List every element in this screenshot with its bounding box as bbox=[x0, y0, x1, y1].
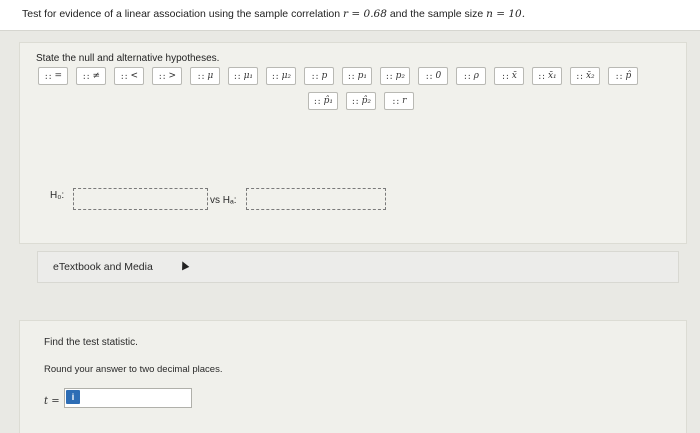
token-button[interactable]: :: 0 bbox=[418, 67, 448, 85]
find-test-statistic-text: Find the test statistic. bbox=[44, 337, 138, 348]
token-symbol: x̄ bbox=[511, 71, 517, 81]
t-equals-label: t = bbox=[44, 396, 60, 407]
vs-ha-label: vs Hₐ: bbox=[210, 195, 237, 206]
drag-handle-icon: :: bbox=[463, 71, 472, 81]
drag-handle-icon: :: bbox=[346, 71, 356, 81]
token-symbol: < bbox=[130, 71, 139, 81]
drag-handle-icon: :: bbox=[537, 71, 546, 81]
token-button[interactable]: :: p₂ bbox=[380, 67, 410, 85]
drag-handle-icon: :: bbox=[119, 71, 129, 81]
drag-handle-icon: :: bbox=[196, 71, 206, 81]
token-symbol: p₂ bbox=[395, 71, 405, 81]
token-button[interactable]: :: x̄₁ bbox=[532, 67, 562, 85]
token-button[interactable]: :: p̂₁ bbox=[308, 92, 338, 110]
drag-handle-icon: :: bbox=[81, 71, 91, 81]
test-statistic-input[interactable] bbox=[64, 388, 192, 408]
token-symbol: p₁ bbox=[357, 71, 367, 81]
token-symbol: p̂₂ bbox=[361, 96, 371, 106]
token-button[interactable]: :: x̄₂ bbox=[570, 67, 600, 85]
drag-handle-icon: :: bbox=[384, 71, 394, 81]
question-prefix: Test for evidence of a linear associatio… bbox=[22, 8, 341, 20]
token-button[interactable]: :: ρ bbox=[456, 67, 486, 85]
drag-handle-icon: :: bbox=[614, 71, 624, 81]
h0-label: H₀: bbox=[50, 190, 65, 201]
question-conjunction: and the sample size bbox=[389, 8, 484, 20]
token-symbol: r bbox=[402, 96, 407, 106]
token-symbol: μ bbox=[207, 71, 214, 81]
token-button[interactable]: :: μ₂ bbox=[266, 67, 296, 85]
token-symbol: μ₂ bbox=[281, 71, 292, 81]
token-button[interactable]: :: p̂₂ bbox=[346, 92, 376, 110]
hypotheses-prompt: State the null and alternative hypothese… bbox=[36, 53, 220, 64]
r-value: r = 0.68 bbox=[343, 8, 387, 20]
question-header: Test for evidence of a linear associatio… bbox=[0, 0, 700, 31]
etextbook-media-button[interactable]: eTextbook and Media bbox=[37, 251, 679, 283]
hypotheses-row: H₀: bbox=[50, 190, 64, 201]
token-symbol: μ₁ bbox=[243, 71, 254, 81]
token-symbol: p̂₁ bbox=[323, 96, 333, 106]
drag-handle-icon: :: bbox=[312, 96, 322, 106]
drag-handle-icon: :: bbox=[157, 71, 167, 81]
ha-drop-zone[interactable] bbox=[246, 188, 386, 210]
token-symbol: 0 bbox=[435, 71, 442, 81]
drag-handle-icon: :: bbox=[391, 96, 401, 106]
token-button[interactable]: :: μ₁ bbox=[228, 67, 258, 85]
token-symbol: ρ bbox=[473, 71, 479, 81]
drag-handle-icon: :: bbox=[424, 71, 434, 81]
token-button[interactable]: :: p̂ bbox=[608, 67, 638, 85]
drag-handle-icon: :: bbox=[350, 96, 360, 106]
token-symbol: x̄₂ bbox=[585, 71, 595, 81]
question-text: Test for evidence of a linear associatio… bbox=[22, 8, 525, 20]
drag-handle-icon: :: bbox=[575, 71, 584, 81]
token-button[interactable]: :: > bbox=[152, 67, 182, 85]
token-symbol: x̄₁ bbox=[547, 71, 557, 81]
drag-handle-icon: :: bbox=[232, 71, 242, 81]
token-symbol: = bbox=[54, 71, 63, 81]
token-button[interactable]: :: < bbox=[114, 67, 144, 85]
rounding-instruction: Round your answer to two decimal places. bbox=[44, 364, 223, 375]
info-icon[interactable]: i bbox=[66, 390, 80, 404]
drag-handle-icon: :: bbox=[310, 71, 320, 81]
token-symbol: p bbox=[321, 71, 328, 81]
token-button[interactable]: :: = bbox=[38, 67, 68, 85]
token-button[interactable]: :: μ bbox=[190, 67, 220, 85]
n-value: n = 10. bbox=[486, 8, 526, 20]
drag-handle-icon: :: bbox=[501, 71, 510, 81]
drag-handle-icon: :: bbox=[270, 71, 280, 81]
token-button[interactable]: :: p bbox=[304, 67, 334, 85]
h0-drop-zone[interactable] bbox=[73, 188, 208, 210]
token-button[interactable]: :: ≠ bbox=[76, 67, 106, 85]
token-button[interactable]: :: r bbox=[384, 92, 414, 110]
token-symbol: p̂ bbox=[625, 71, 632, 81]
test-statistic-panel: Find the test statistic. Round your answ… bbox=[19, 320, 687, 433]
etextbook-label: eTextbook and Media bbox=[53, 261, 153, 273]
token-button[interactable]: :: p₁ bbox=[342, 67, 372, 85]
token-symbol: > bbox=[168, 71, 177, 81]
drag-handle-icon: :: bbox=[43, 71, 53, 81]
token-symbol: ≠ bbox=[92, 71, 101, 81]
token-button[interactable]: :: x̄ bbox=[494, 67, 524, 85]
